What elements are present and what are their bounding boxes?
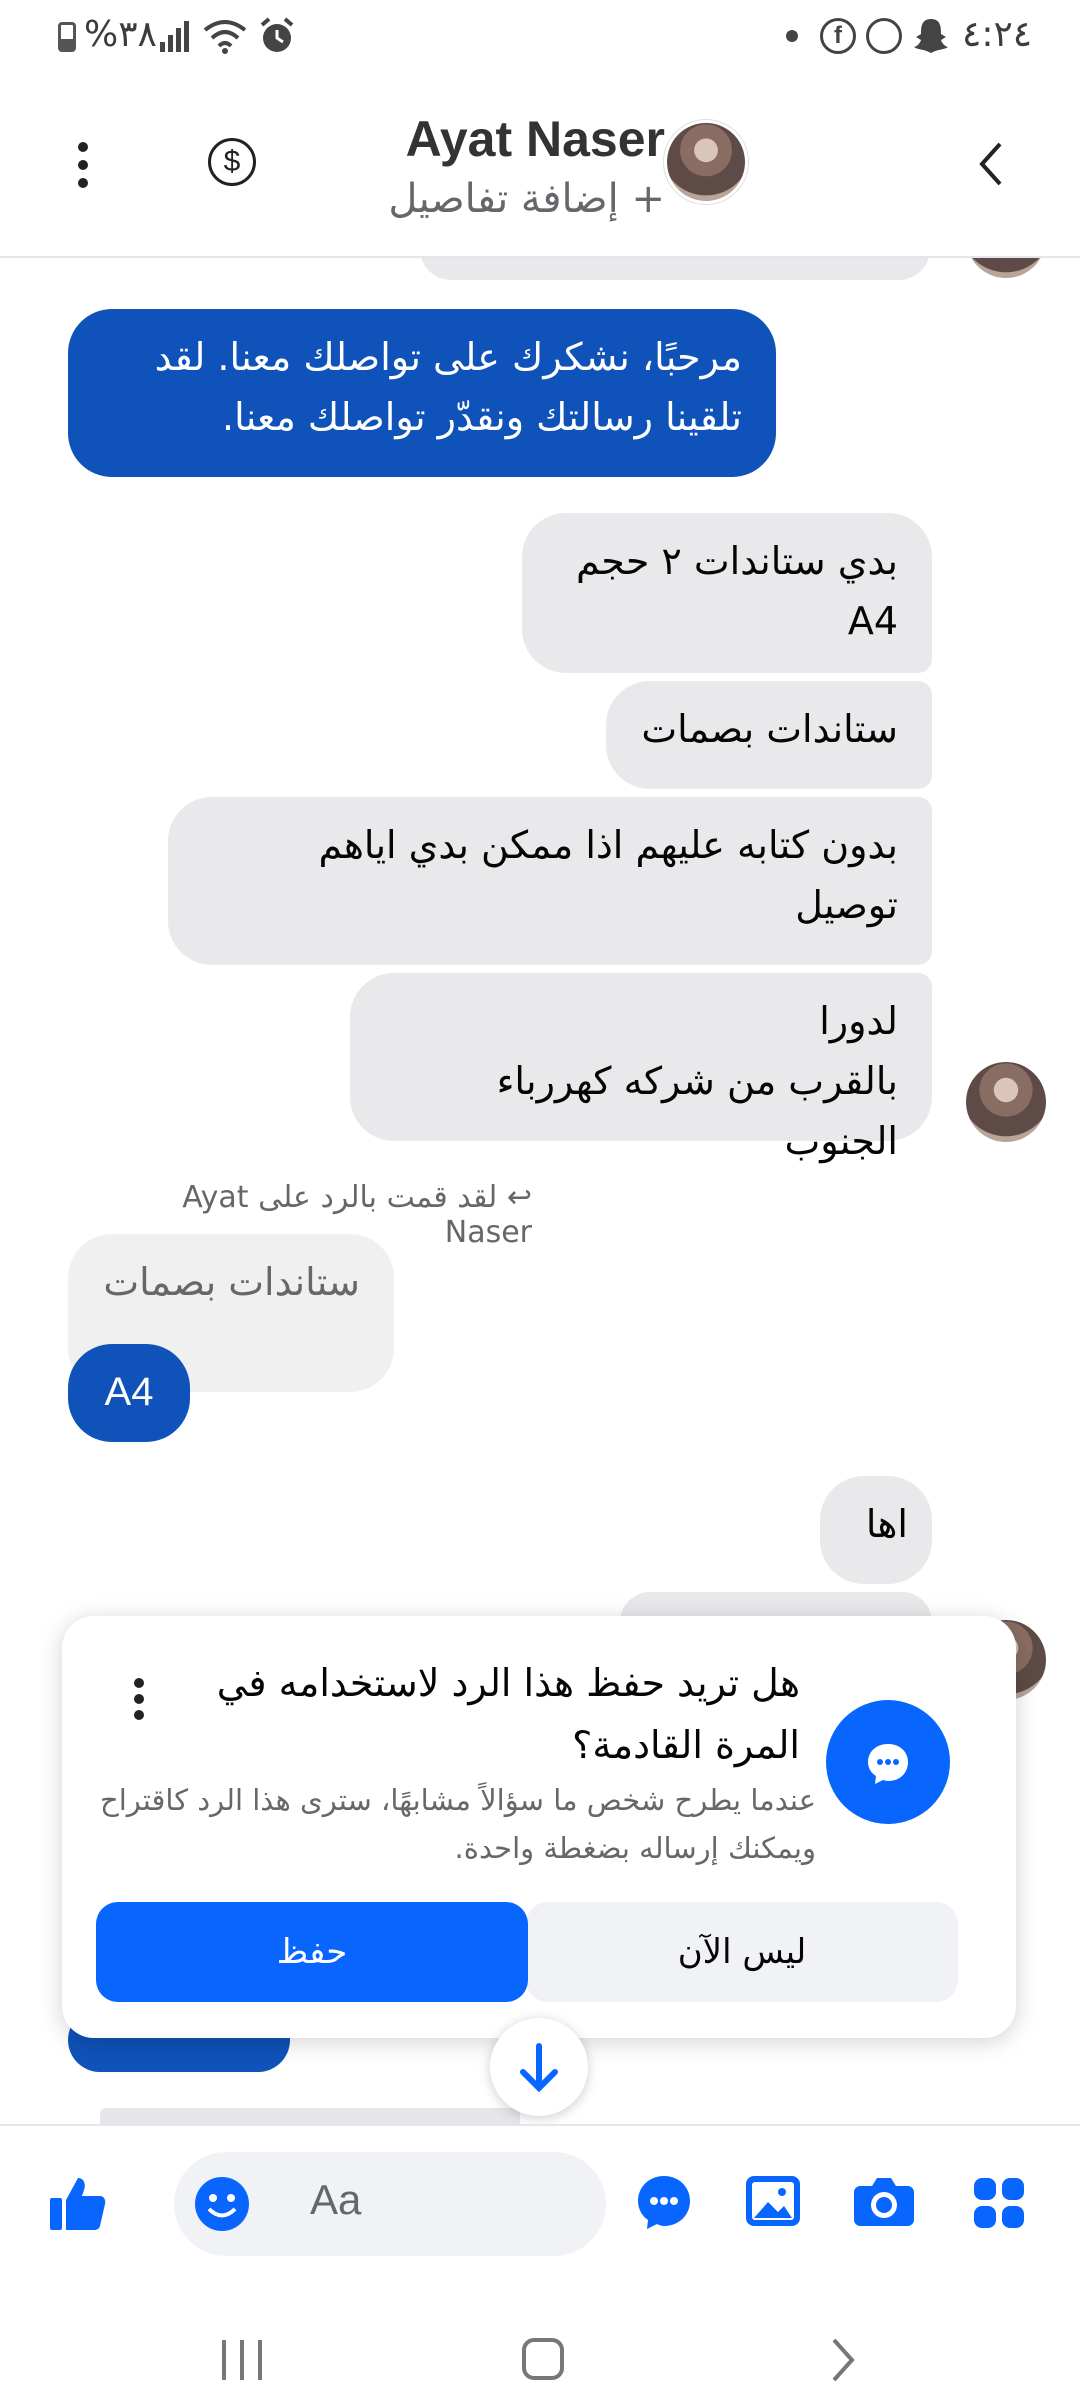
emoji-icon[interactable]: [194, 2176, 250, 2232]
outgoing-message[interactable]: مرحبًا، نشكرك على تواصلك معنا. لقد تلقين…: [68, 309, 776, 477]
add-details-link[interactable]: + إضافة تفاصيل: [388, 176, 665, 222]
system-navigation-bar: [0, 2278, 1080, 2408]
status-bar: %٣٨ f ٤:٢٤: [0, 0, 1080, 72]
partial-reply-indicator: [100, 2104, 530, 2124]
notification-dot: [786, 30, 798, 42]
gallery-icon[interactable]: [744, 2174, 802, 2228]
contact-name[interactable]: Ayat Naser: [406, 110, 665, 168]
payment-icon[interactable]: $: [208, 138, 256, 186]
partial-bubble: [420, 258, 930, 280]
sender-avatar: [966, 1062, 1046, 1142]
more-apps-icon[interactable]: [972, 2176, 1026, 2230]
back-button[interactable]: [828, 2336, 858, 2384]
incoming-message[interactable]: بدون كتابه عليهم اذا ممكن بدي اياهم توصي…: [168, 797, 932, 965]
signal-icon: [160, 20, 190, 52]
message-line: تلقينا رسالتك ونقدّر تواصلك معنا.: [222, 395, 742, 439]
arrow-down-icon: [520, 2043, 558, 2093]
message-line: بالقرب من شركه كهررباء الجنوب: [496, 1059, 898, 1163]
contact-avatar[interactable]: [664, 120, 748, 204]
sender-avatar: [966, 258, 1046, 278]
home-button[interactable]: [522, 2338, 564, 2380]
conversation-header: $ Ayat Naser + إضافة تفاصيل: [0, 72, 1080, 258]
back-arrow-icon[interactable]: [976, 138, 1008, 190]
snapchat-icon: [914, 19, 948, 53]
popup-more-options-icon[interactable]: [134, 1678, 144, 1720]
composer-bar: Aa: [0, 2124, 1080, 2278]
incoming-message[interactable]: اها: [820, 1476, 932, 1584]
message-line: بدي ستاندات ٢ حجم: [576, 539, 898, 583]
battery-percent: %٣٨: [84, 14, 157, 55]
more-options-icon[interactable]: [78, 142, 88, 188]
facebook-icon: f: [820, 18, 856, 54]
incoming-message[interactable]: بدي ستاندات ٢ حجم A4: [522, 513, 932, 673]
incoming-message[interactable]: لدورا بالقرب من شركه كهررباء الجنوب: [350, 973, 932, 1163]
wifi-icon: [203, 20, 247, 54]
reply-message[interactable]: A4: [68, 1344, 190, 1442]
incoming-message[interactable]: ستاندات بصمات: [606, 681, 932, 789]
message-line: توصيل: [795, 883, 898, 927]
quick-replies-icon[interactable]: [634, 2172, 694, 2232]
message-line: اها: [865, 1502, 908, 1546]
reply-arrow-icon: ↩: [506, 1180, 532, 1215]
message-line: A4: [847, 599, 898, 643]
message-line: مرحبًا، نشكرك على تواصلك معنا. لقد: [154, 335, 742, 379]
alarm-icon: [260, 17, 294, 52]
not-now-button[interactable]: ليس الآن: [526, 1902, 958, 2002]
save-reply-popup: هل تريد حفظ هذا الرد لاستخدامه في المرة …: [62, 1616, 1016, 2038]
popup-title: هل تريد حفظ هذا الرد لاستخدامه في المرة …: [216, 1661, 800, 1767]
messenger-bubble-icon: [826, 1700, 950, 1824]
popup-description: عندما يطرح شخص ما سؤالاً مشابهًا، سترى ه…: [99, 1783, 816, 1865]
scroll-to-bottom-button[interactable]: [490, 2018, 588, 2116]
save-button[interactable]: حفظ: [96, 1902, 528, 2002]
reply-text: A4: [104, 1370, 154, 1414]
quoted-text: ستاندات بصمات: [103, 1260, 360, 1304]
like-thumb-icon[interactable]: [46, 2172, 108, 2234]
message-input[interactable]: Aa: [174, 2152, 606, 2256]
status-time: ٤:٢٤: [962, 14, 1033, 55]
message-line: بدون كتابه عليهم اذا ممكن بدي اياهم: [318, 823, 898, 867]
message-line: لدورا: [819, 999, 898, 1043]
camera-icon[interactable]: [852, 2174, 916, 2228]
recent-apps-button[interactable]: [220, 2340, 264, 2380]
message-line: ستاندات بصمات: [641, 707, 898, 751]
battery-icon: [58, 22, 76, 52]
input-placeholder: Aa: [310, 2176, 362, 2223]
whatsapp-icon: [866, 18, 902, 54]
